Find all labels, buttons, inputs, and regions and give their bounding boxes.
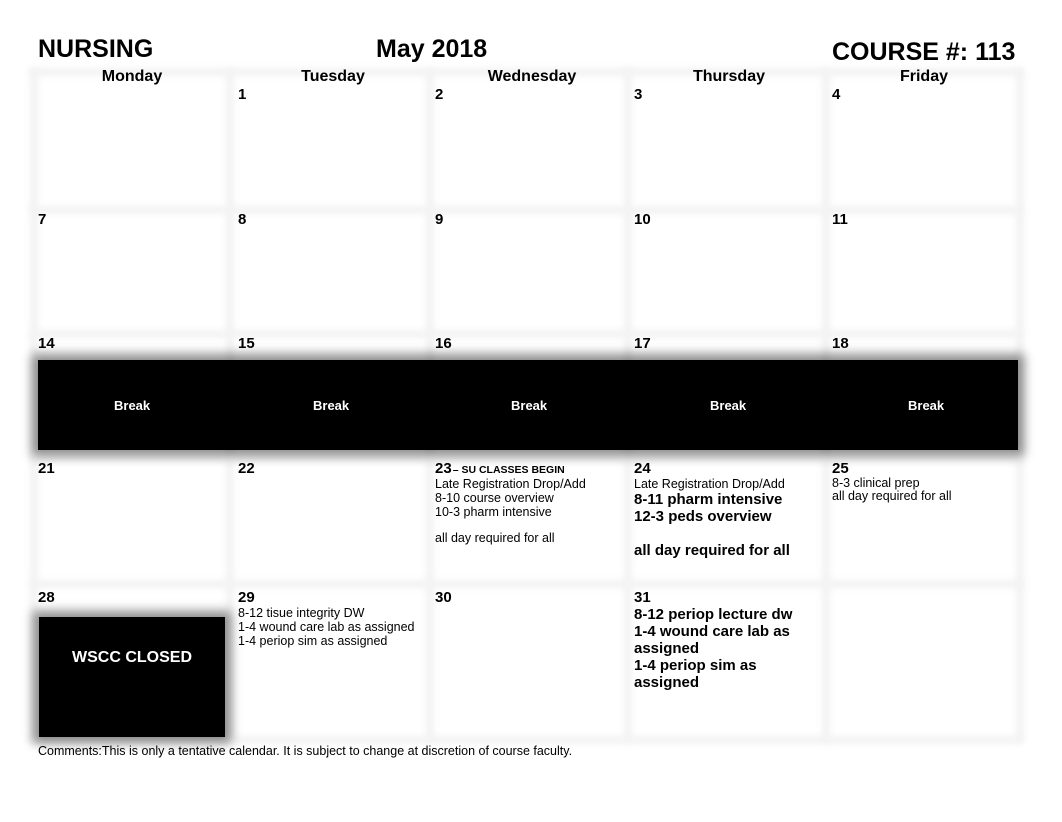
break-label: Break	[511, 398, 548, 413]
event-list: Late Registration Drop/Add 8-10 course o…	[435, 477, 586, 545]
day-number: 31	[634, 589, 651, 606]
event-line: 1-4 periop sim as assigned	[238, 634, 388, 648]
day-cell[interactable]: 21	[30, 460, 226, 580]
day-cell[interactable]: 4	[824, 86, 1020, 206]
course-number: COURSE #: 113	[832, 38, 1016, 66]
day-number: 15	[238, 335, 255, 352]
day-cell[interactable]: 16	[427, 335, 623, 357]
grid-line	[30, 580, 1022, 588]
day-number: 4	[832, 86, 841, 103]
day-cell[interactable]: 9	[427, 211, 623, 331]
day-number: 8	[238, 211, 247, 228]
closed-label: WSCC CLOSED	[72, 649, 192, 666]
event-line: 1-4 wound care lab as assigned	[238, 620, 415, 634]
day-number: 16	[435, 335, 452, 352]
day-cell[interactable]	[824, 589, 1020, 734]
closed-block	[39, 617, 225, 737]
event-line: Late Registration Drop/Add	[634, 477, 785, 491]
day-number: 2	[435, 86, 444, 103]
day-number: 23	[435, 460, 452, 477]
weekday-wednesday: Wednesday	[487, 68, 577, 85]
day-cell[interactable]: 23– SU CLASSES BEGIN Late Registration D…	[427, 460, 623, 580]
event-list: 8-12 periop lecture dw 1-4 wound care la…	[634, 606, 822, 691]
weekday-thursday: Thursday	[692, 68, 765, 85]
day-cell[interactable]: 1	[230, 86, 426, 206]
day-cell[interactable]: 24 Late Registration Drop/Add 8-11 pharm…	[626, 460, 822, 580]
event-line: 1-4 wound care lab as	[634, 623, 790, 640]
day-cell[interactable]: 17	[626, 335, 822, 357]
event-list: 8-3 clinical prep all day required for a…	[832, 477, 952, 503]
event-line: 12-3 peds overview	[634, 508, 772, 525]
program-title: NURSING	[38, 35, 154, 63]
event-line: 8-12 tisue integrity DW	[238, 606, 365, 620]
break-label: Break	[710, 398, 747, 413]
event-line: 8-11 pharm intensive	[634, 491, 783, 508]
event-line: all day required for all	[634, 542, 790, 559]
day-number: 14	[38, 335, 55, 352]
day-number: 22	[238, 460, 255, 477]
day-cell[interactable]	[30, 86, 226, 206]
day-cell[interactable]: 10	[626, 211, 822, 331]
day-number: 18	[832, 335, 849, 352]
day-number: 1	[238, 86, 247, 103]
day-cell[interactable]: 30	[427, 589, 623, 734]
weekday-friday: Friday	[899, 68, 948, 85]
month-title: May 2018	[376, 35, 488, 63]
calendar-grid: Monday Tuesday Wednesday Thursday Friday…	[30, 68, 1024, 744]
event-line: all day required for all	[832, 489, 952, 503]
day-number: 21	[38, 460, 55, 477]
day-number-wrap: 23– SU CLASSES BEGIN	[435, 460, 565, 477]
day-cell[interactable]: 28	[30, 589, 226, 611]
event-line: all day required for all	[435, 531, 555, 545]
day-number: 3	[634, 86, 643, 103]
break-label: Break	[908, 398, 945, 413]
day-cell[interactable]: 25 8-3 clinical prep all day required fo…	[824, 460, 1020, 580]
day-cell[interactable]: 14	[30, 335, 226, 357]
day-cell[interactable]: 18	[824, 335, 1020, 357]
day-cell[interactable]: 3	[626, 86, 822, 206]
day-number: 9	[435, 211, 444, 228]
day-cell[interactable]: 11	[824, 211, 1020, 331]
day-cell[interactable]: 22	[230, 460, 426, 580]
day-number: 24	[634, 460, 651, 477]
day-number: 25	[832, 460, 849, 477]
event-list: Late Registration Drop/Add 8-11 pharm in…	[634, 477, 790, 559]
day-cell[interactable]: 7	[30, 211, 226, 331]
event-title: – SU CLASSES BEGIN	[452, 464, 565, 476]
weekday-tuesday: Tuesday	[301, 68, 365, 85]
event-line: 10-3 pharm intensive	[435, 505, 552, 519]
event-line: 1-4 periop sim as assigned	[634, 657, 757, 691]
day-number: 17	[634, 335, 651, 352]
event-line: 8-10 course overview	[435, 491, 554, 505]
break-label: Break	[313, 398, 350, 413]
day-number: 30	[435, 589, 452, 606]
day-cell[interactable]: 29 8-12 tisue integrity DW 1-4 wound car…	[230, 589, 426, 734]
event-line: 8-12 periop lecture dw	[634, 606, 793, 623]
day-cell[interactable]: 8	[230, 211, 426, 331]
day-cell[interactable]: 2	[427, 86, 623, 206]
day-cell[interactable]: 31 8-12 periop lecture dw 1-4 wound care…	[626, 589, 822, 734]
break-label: Break	[114, 398, 151, 413]
day-cell[interactable]: 15	[230, 335, 426, 357]
grid-line	[30, 736, 1022, 744]
event-list: 8-12 tisue integrity DW 1-4 wound care l…	[238, 606, 415, 648]
event-line: assigned	[634, 640, 700, 657]
day-number: 29	[238, 589, 255, 606]
day-number: 28	[38, 589, 55, 606]
comments-note: Comments:This is only a tentative calend…	[38, 744, 573, 758]
day-number: 11	[832, 211, 848, 228]
day-number: 10	[634, 211, 651, 228]
event-line: Late Registration Drop/Add	[435, 477, 586, 491]
weekday-monday: Monday	[101, 68, 163, 85]
day-number: 7	[38, 211, 47, 228]
